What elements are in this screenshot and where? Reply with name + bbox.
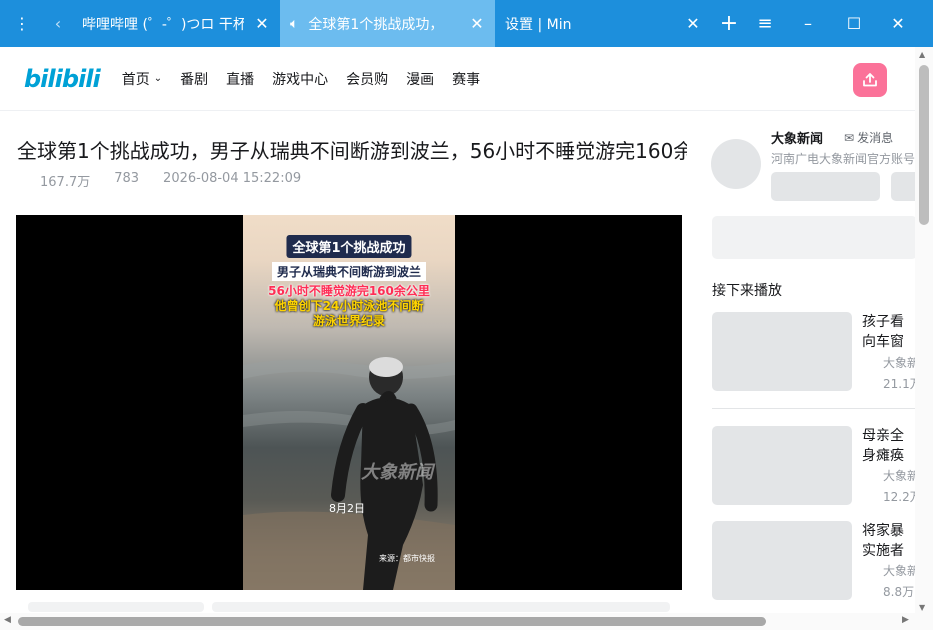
- video-meta: 167.7万 783 2026-08-04 15:22:09: [40, 171, 325, 190]
- new-tab-icon[interactable]: +: [711, 0, 747, 47]
- tab-label: 设置 | Min: [505, 16, 572, 33]
- uploader-name[interactable]: 大象新闻: [771, 128, 823, 147]
- menu-dots-icon[interactable]: ⋮: [0, 0, 44, 47]
- rec-thumbnail[interactable]: [712, 521, 852, 600]
- placeholder-bar: [212, 602, 670, 612]
- send-message-link[interactable]: ✉ 发消息: [844, 129, 893, 146]
- nav-game-center[interactable]: 游戏中心: [272, 69, 328, 89]
- horizontal-scrollbar[interactable]: ◀ ▶: [0, 613, 915, 630]
- caption-line-2: 男子从瑞典不间断游到波兰: [271, 262, 427, 281]
- upload-icon: [863, 73, 877, 87]
- send-message-label: 发消息: [857, 131, 894, 145]
- uploader-desc: 河南广电大象新闻官方账号: [771, 152, 916, 166]
- rec-thumbnail[interactable]: [712, 426, 852, 505]
- danmaku-list-placeholder[interactable]: [712, 216, 917, 259]
- tab-bilibili-home[interactable]: 哔哩哔哩 (゜-゜)つロ 干杯 ✕: [72, 0, 280, 47]
- rec-author[interactable]: 大象新闻: [883, 354, 917, 371]
- nav-anime[interactable]: 番剧: [180, 69, 208, 89]
- upload-button[interactable]: [853, 63, 887, 97]
- vertical-scrollbar[interactable]: ▲ ▼: [915, 47, 933, 617]
- rec-title[interactable]: 将家暴实施者名单！两: [862, 521, 917, 561]
- close-icon[interactable]: ✕: [254, 14, 270, 33]
- scroll-right-icon[interactable]: ▶: [902, 615, 909, 625]
- scroll-left-icon[interactable]: ◀: [4, 615, 11, 625]
- nav-label: 首页: [121, 71, 150, 88]
- nav-live[interactable]: 直播: [226, 69, 254, 89]
- video-title: 全球第1个挑战成功，男子从瑞典不间断游到波兰，56小时不睡觉游完160余: [17, 139, 687, 163]
- rec-thumbnail[interactable]: [712, 312, 852, 391]
- watermark: 大象新闻: [361, 462, 433, 483]
- rec-views: 21.1万: [883, 377, 917, 391]
- nav-home[interactable]: 首页 ⌄: [122, 69, 162, 89]
- back-icon[interactable]: ‹: [44, 0, 72, 47]
- tab-video-active[interactable]: 🔈︎ 全球第1个挑战成功， ✕: [280, 0, 495, 47]
- caption-line-5: 游泳世界纪录: [312, 314, 386, 328]
- video-player[interactable]: 全球第1个挑战成功 男子从瑞典不间断游到波兰 56小时不睡觉游完160余公里 他…: [16, 215, 682, 590]
- site-header: bilibili 首页 ⌄ 番剧 直播 游戏中心 会员购 漫画 赛事: [0, 47, 915, 111]
- publish-datetime: 2026-08-04 15:22:09: [163, 171, 302, 186]
- divider: [712, 408, 917, 409]
- tab-settings[interactable]: 设置 | Min ✕: [495, 0, 711, 47]
- chevron-down-icon: ⌄: [153, 73, 163, 84]
- rec-author[interactable]: 大象新闻: [883, 562, 917, 579]
- horizontal-scroll-thumb[interactable]: [18, 617, 766, 626]
- scroll-up-icon[interactable]: ▲: [919, 50, 925, 59]
- minimize-icon[interactable]: –: [783, 0, 833, 47]
- placeholder-bar: [28, 602, 204, 612]
- source-tag: 来源：都市快报: [379, 554, 435, 563]
- danmaku-count: 783: [114, 171, 140, 186]
- scroll-down-icon[interactable]: ▼: [919, 603, 925, 612]
- vertical-scroll-thumb[interactable]: [919, 65, 929, 225]
- up-next-heading: 接下来播放: [712, 283, 782, 299]
- main-nav: 首页 ⌄ 番剧 直播 游戏中心 会员购 漫画 赛事: [122, 69, 498, 89]
- video-frame: 全球第1个挑战成功 男子从瑞典不间断游到波兰 56小时不睡觉游完160余公里 他…: [243, 215, 455, 590]
- nav-esports[interactable]: 赛事: [452, 69, 480, 89]
- scrollbar-corner: [915, 613, 933, 630]
- audio-icon[interactable]: 🔈︎: [290, 16, 298, 32]
- tab-label: 全球第1个挑战成功，: [308, 16, 444, 33]
- caption-line-1: 全球第1个挑战成功: [286, 235, 412, 258]
- browser-tab-bar: ⋮ ‹ 哔哩哔哩 (゜-゜)つロ 干杯 ✕ 🔈︎ 全球第1个挑战成功， ✕ 设置…: [0, 0, 933, 47]
- nav-manga[interactable]: 漫画: [406, 69, 434, 89]
- nav-membership-shop[interactable]: 会员购: [346, 69, 388, 89]
- rec-views: 12.2万: [883, 490, 917, 504]
- mail-icon: ✉: [844, 130, 855, 145]
- maximize-icon[interactable]: ☐: [833, 0, 875, 47]
- close-window-icon[interactable]: ✕: [875, 0, 921, 47]
- rec-title[interactable]: 母亲全身瘫痪兄弟俩争: [862, 426, 917, 466]
- tab-label: 哔哩哔哩 (゜-゜)つロ 干杯: [82, 16, 244, 33]
- rec-title[interactable]: 孩子看向车窗外的云彩矣: [862, 312, 917, 352]
- app-window: ⋮ ‹ 哔哩哔哩 (゜-゜)つロ 干杯 ✕ 🔈︎ 全球第1个挑战成功， ✕ 设置…: [0, 0, 933, 630]
- rec-author[interactable]: 大象新闻: [883, 467, 917, 484]
- bilibili-logo[interactable]: bilibili: [24, 65, 101, 93]
- date-tag: 8月2日: [329, 502, 365, 515]
- close-icon[interactable]: ✕: [469, 14, 485, 33]
- view-count: 167.7万: [40, 175, 91, 190]
- avatar[interactable]: [711, 139, 761, 189]
- close-icon[interactable]: ✕: [685, 14, 701, 33]
- charge-button-placeholder[interactable]: [771, 172, 880, 201]
- tab-list-icon[interactable]: ≡: [747, 0, 783, 47]
- rec-views: 8.8万: [883, 585, 915, 599]
